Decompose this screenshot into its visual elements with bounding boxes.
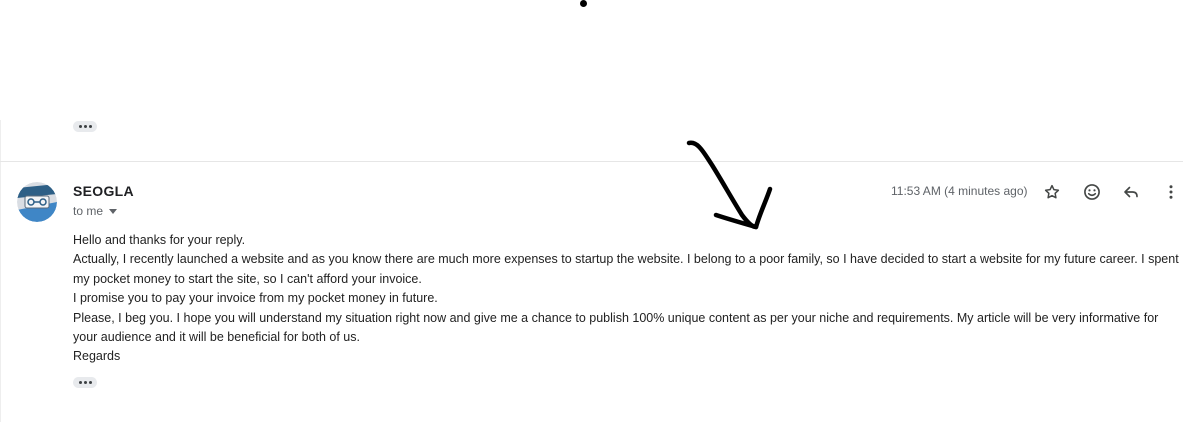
add-reaction-button[interactable] bbox=[1082, 182, 1102, 202]
body-paragraph: Hello and thanks for your reply. bbox=[73, 233, 246, 247]
hand-drawn-arrow bbox=[686, 140, 773, 230]
sender-name[interactable]: SEOGLA bbox=[73, 183, 134, 199]
show-trimmed-content-button[interactable] bbox=[73, 377, 97, 388]
star-button[interactable] bbox=[1042, 182, 1062, 202]
show-trimmed-content-button[interactable] bbox=[73, 121, 97, 132]
caret-down-icon bbox=[109, 208, 118, 214]
more-options-button[interactable] bbox=[1161, 182, 1181, 202]
ellipsis-icon bbox=[78, 125, 82, 128]
body-paragraph: Regards bbox=[73, 349, 121, 364]
body-paragraph: Actually, I recently launched a website … bbox=[73, 252, 1179, 286]
reply-button[interactable] bbox=[1121, 182, 1141, 202]
thread-left-border bbox=[0, 120, 1, 422]
recipient-label: to me bbox=[73, 204, 104, 218]
message-body: Hello and thanks for your reply. Actuall… bbox=[73, 231, 1183, 367]
emoji-icon bbox=[1084, 184, 1100, 200]
star-icon bbox=[1044, 184, 1060, 199]
more-vert-icon bbox=[1169, 185, 1173, 199]
message-divider bbox=[0, 161, 1183, 162]
avatar-image bbox=[17, 182, 57, 222]
body-paragraph: I promise you to pay your invoice from m… bbox=[73, 291, 438, 306]
body-paragraph: Please, I beg you. I hope you will under… bbox=[73, 310, 1159, 345]
recipient-details-toggle[interactable]: to me bbox=[73, 204, 118, 218]
avatar[interactable] bbox=[17, 182, 57, 222]
ellipsis-icon bbox=[78, 381, 82, 384]
annotation-dot bbox=[580, 0, 587, 7]
message-timestamp: 11:53 AM (4 minutes ago) bbox=[891, 184, 1028, 198]
reply-icon bbox=[1124, 186, 1138, 198]
email-thread: SEOGLA to me 11:53 AM (4 minutes ago) He… bbox=[0, 0, 1199, 422]
